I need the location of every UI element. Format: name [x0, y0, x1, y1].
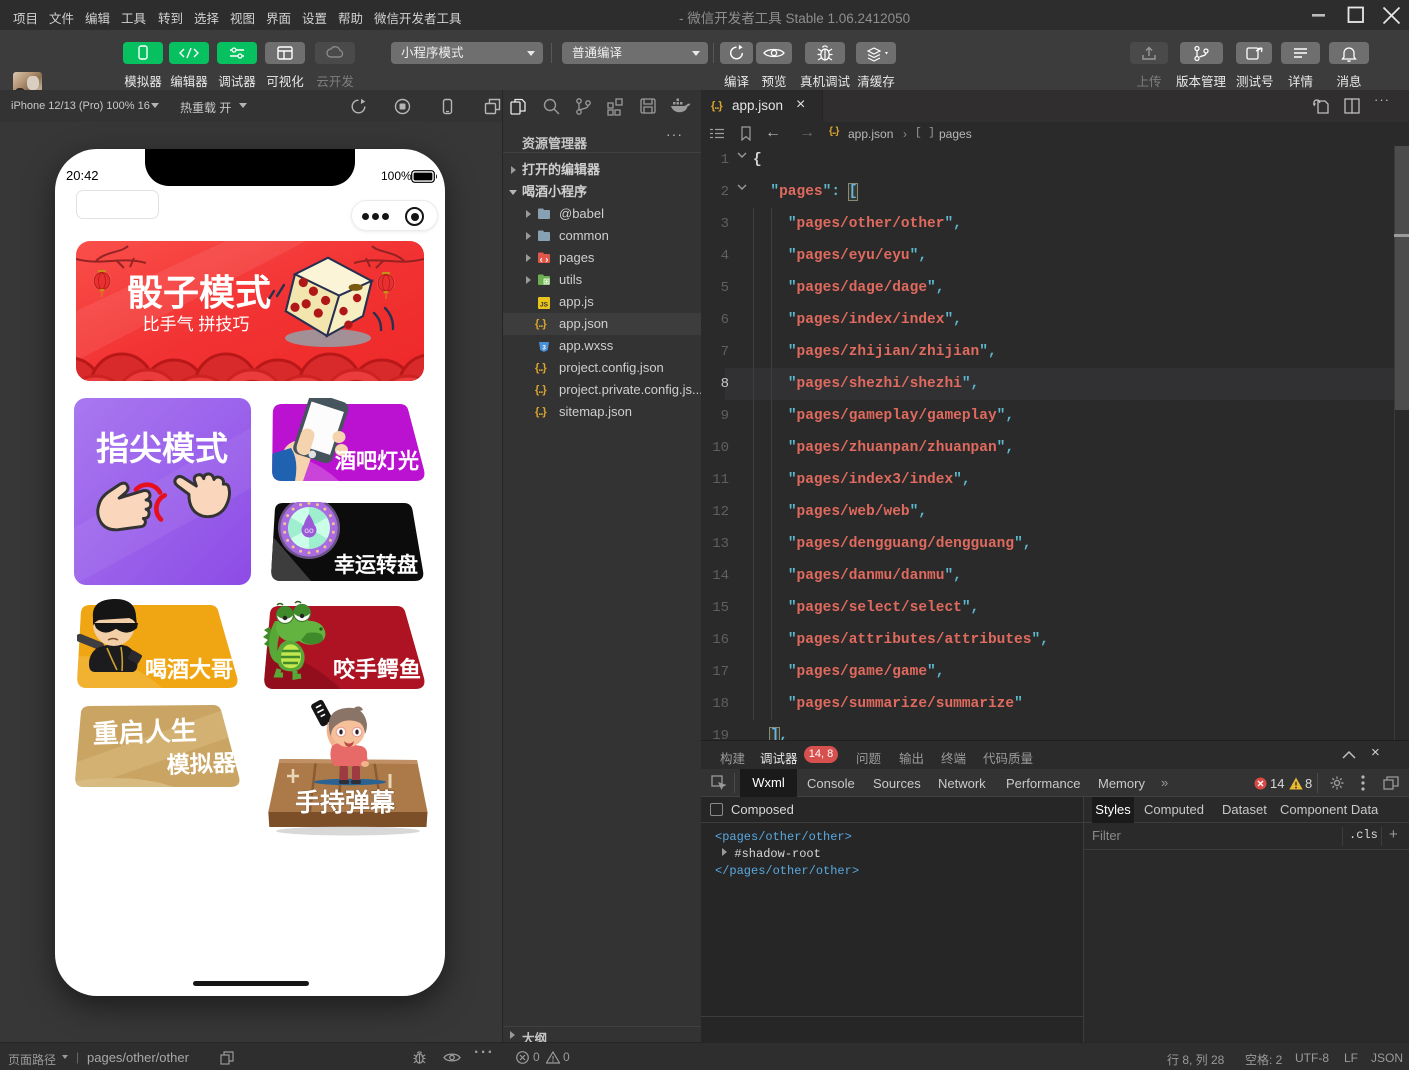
svg-text:GO: GO — [304, 529, 314, 535]
svg-text:骰子模式: 骰子模式 — [127, 272, 271, 313]
svg-text:喝酒大哥: 喝酒大哥 — [145, 657, 233, 682]
svg-text:3: 3 — [542, 345, 546, 352]
svg-text:手持弹幕: 手持弹幕 — [295, 789, 396, 817]
svg-text:JS: JS — [540, 302, 549, 309]
svg-text:重启人生: 重启人生 — [92, 715, 197, 749]
svg-text:咬手鳄鱼: 咬手鳄鱼 — [333, 657, 421, 682]
svg-text:酒吧灯光: 酒吧灯光 — [335, 450, 419, 473]
svg-text:幸运转盘: 幸运转盘 — [334, 553, 418, 577]
svg-text:模拟器: 模拟器 — [166, 750, 237, 778]
svg-text:指尖模式: 指尖模式 — [96, 430, 228, 467]
svg-text:比手气 拼技巧: 比手气 拼技巧 — [143, 315, 250, 334]
